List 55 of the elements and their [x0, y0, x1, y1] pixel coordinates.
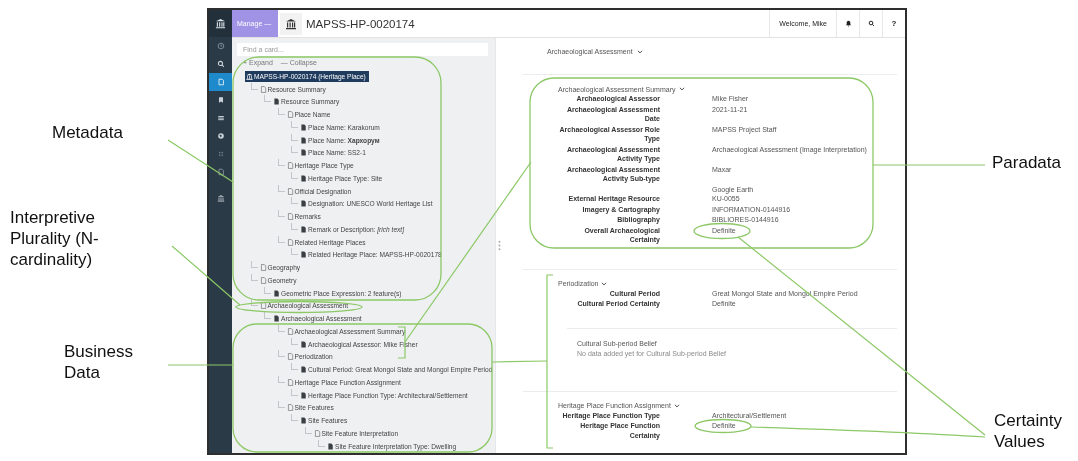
filled-document-icon	[273, 98, 280, 106]
filled-document-icon	[273, 315, 280, 323]
building-icon	[285, 17, 297, 30]
leader-line	[171, 245, 241, 306]
chevron-down-icon[interactable]	[601, 281, 608, 286]
document-icon	[286, 353, 294, 361]
document-icon	[313, 429, 321, 437]
globe-icon	[216, 132, 225, 140]
document-icon	[286, 162, 294, 170]
building-icon	[246, 72, 253, 80]
filled-document-icon	[273, 289, 280, 297]
filled-document-icon	[300, 391, 307, 399]
annotation-label: Paradata	[992, 152, 1061, 173]
callout-ellipse	[693, 222, 751, 240]
leader-line	[167, 364, 234, 366]
filled-document-icon	[300, 200, 307, 208]
callout-ellipse	[694, 418, 752, 434]
chevron-down-icon[interactable]	[673, 403, 680, 408]
document-icon	[286, 213, 294, 221]
document-icon	[286, 187, 294, 195]
document-icon	[286, 238, 294, 246]
filled-document-icon	[300, 174, 307, 182]
filled-document-icon	[327, 442, 334, 450]
document-icon	[286, 404, 294, 412]
building-icon[interactable]	[215, 18, 226, 29]
bell-icon	[844, 20, 852, 27]
chevron-down-icon[interactable]	[636, 49, 643, 54]
bookmark-icon	[216, 96, 225, 104]
annotation-label: Business Data	[64, 341, 134, 383]
document-icon	[286, 111, 294, 119]
resource-title: MAPSS-HP-0020174	[306, 17, 415, 30]
document-icon	[286, 378, 294, 386]
annotation-label: Metadata	[52, 122, 123, 143]
document-icon	[286, 327, 294, 335]
chevron-down-icon[interactable]	[678, 87, 685, 91]
filled-document-icon	[300, 251, 307, 259]
search-icon	[216, 60, 225, 68]
grid-icon	[216, 150, 225, 158]
annotation-label: Certainty Values	[994, 410, 1064, 452]
building-icon	[216, 194, 225, 202]
document-icon	[216, 168, 225, 176]
search-icon	[867, 20, 875, 27]
filled-document-icon	[300, 417, 307, 425]
leader-line	[167, 139, 234, 183]
drag-handle-icon[interactable]	[498, 240, 501, 251]
clock-icon	[216, 42, 225, 50]
annotation-label: Interpretive Plurality (N-cardinality)	[10, 207, 100, 270]
document-icon	[216, 78, 225, 86]
filled-document-icon	[300, 340, 307, 348]
list-icon	[216, 114, 225, 122]
filled-document-icon	[300, 225, 307, 233]
document-icon	[259, 302, 267, 310]
filled-document-icon	[300, 366, 307, 374]
document-icon	[259, 85, 267, 93]
leader-line	[491, 360, 548, 363]
